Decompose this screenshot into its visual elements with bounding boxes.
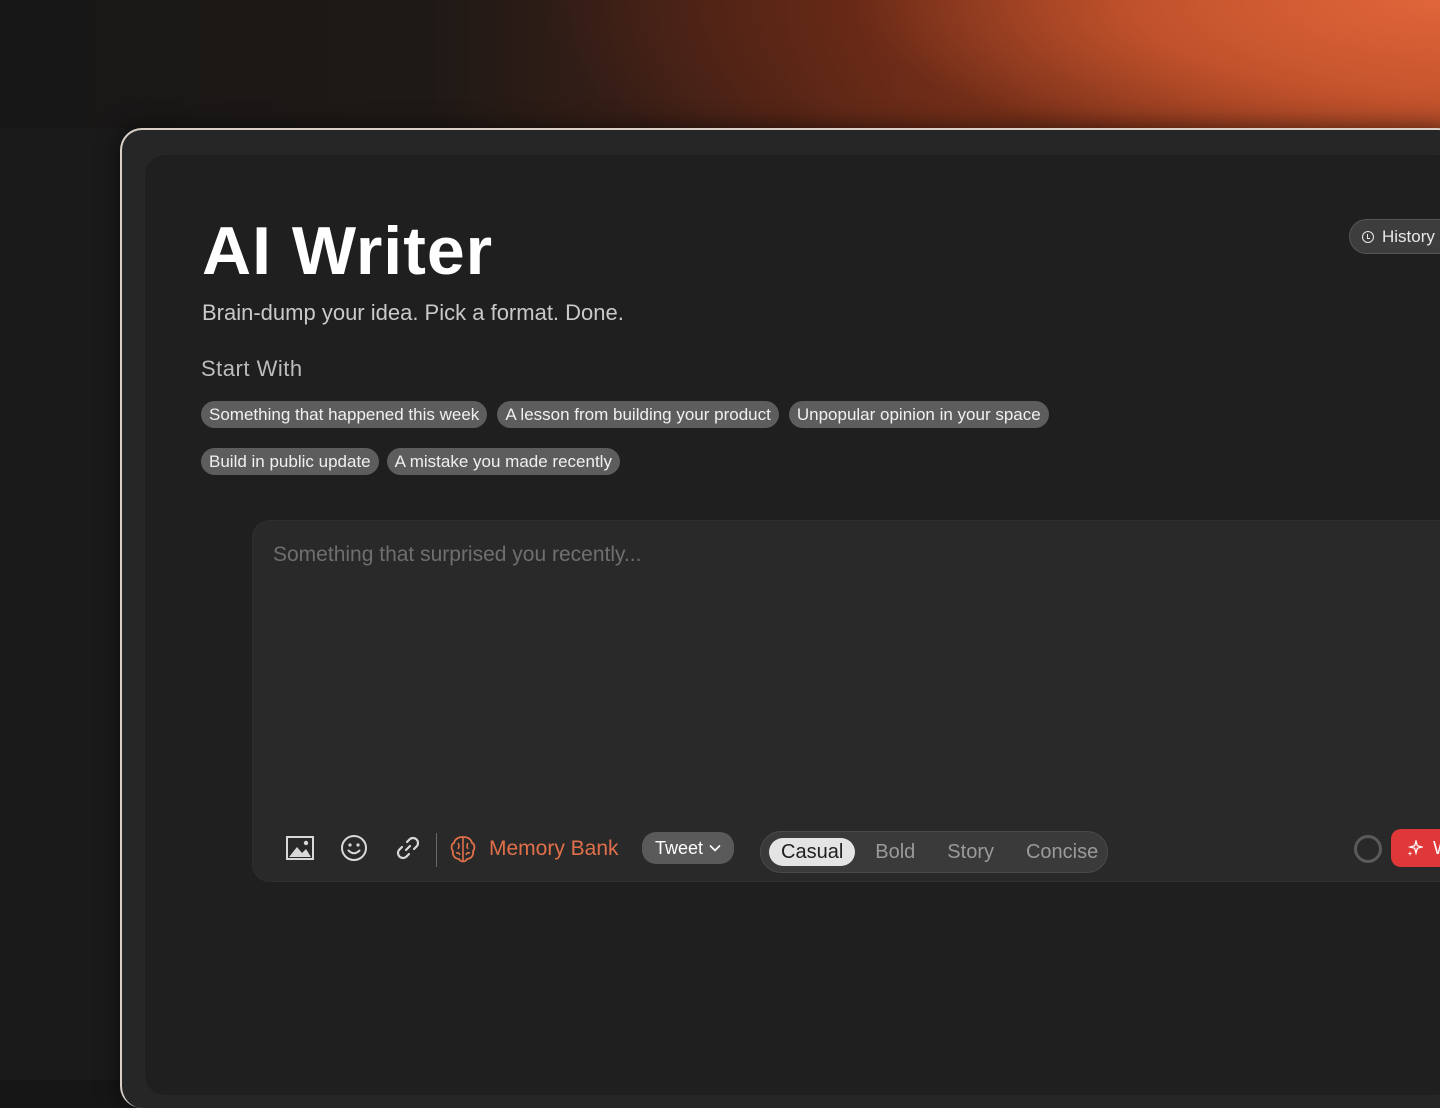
prompt-chips-row-2: Build in public update A mistake you mad… [201,448,620,475]
prompt-chips-row-1: Something that happened this week A less… [201,401,1049,428]
chevron-down-icon [709,844,721,852]
write-label: W [1433,838,1440,859]
tone-concise[interactable]: Concise [1014,838,1110,866]
sparkle-icon [1407,840,1423,856]
history-label: History [1382,227,1435,247]
start-with-label: Start With [201,356,303,382]
prompt-chip[interactable]: A lesson from building your product [497,401,779,428]
link-icon[interactable] [393,833,423,863]
clock-icon [1362,231,1374,243]
emoji-icon[interactable] [339,833,369,863]
tone-casual[interactable]: Casual [769,838,855,866]
memory-bank-button[interactable]: Memory Bank [449,831,619,867]
tone-story[interactable]: Story [935,838,1006,866]
tone-selector: Casual Bold Story Concise [760,831,1108,873]
memory-bank-label: Memory Bank [489,837,619,861]
format-selected: Tweet [655,838,703,859]
idea-input[interactable] [273,543,1373,803]
page-title: AI Writer [202,212,493,290]
editor-card: Memory Bank Tweet Casual Bold Story Conc… [252,520,1440,882]
prompt-chip[interactable]: Build in public update [201,448,379,475]
image-icon[interactable] [285,833,315,863]
brain-icon [449,834,477,864]
prompt-chip[interactable]: Something that happened this week [201,401,487,428]
prompt-chip[interactable]: A mistake you made recently [387,448,620,475]
history-button[interactable]: History [1349,219,1440,254]
format-dropdown[interactable]: Tweet [642,832,734,864]
page-subtitle: Brain-dump your idea. Pick a format. Don… [202,300,624,326]
toolbar-divider [436,833,437,867]
loading-spinner [1354,835,1382,863]
editor-toolbar: Memory Bank Tweet Casual Bold Story Conc… [283,829,1440,873]
prompt-chip[interactable]: Unpopular opinion in your space [789,401,1049,428]
tone-bold[interactable]: Bold [863,838,927,866]
write-button[interactable]: W [1391,829,1440,867]
